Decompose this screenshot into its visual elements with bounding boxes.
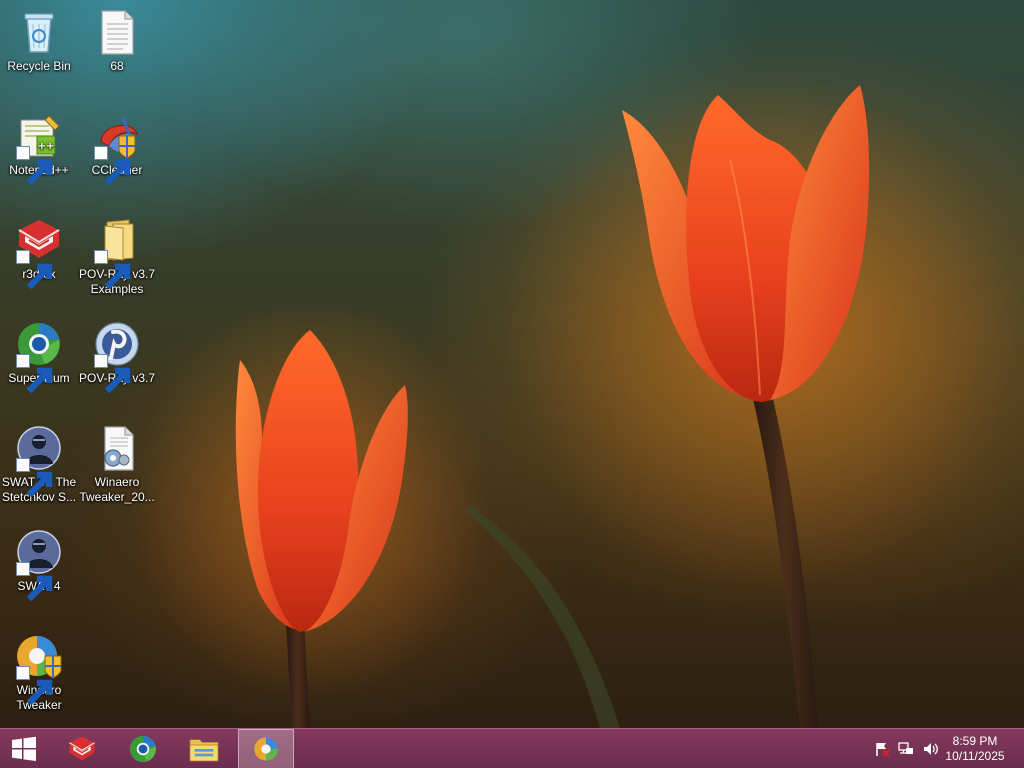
desktop-icon-swat4-stetchkov[interactable]: SWAT 4 - The Stetchkov S... — [0, 424, 78, 505]
desktop-icon-swat4[interactable]: SWAT 4 — [0, 528, 78, 602]
desktop-icon-notepad-plus-plus[interactable]: ++ Notepad++ — [0, 112, 78, 186]
r3dfox-icon — [69, 736, 95, 761]
shortcut-arrow-icon — [94, 146, 131, 186]
action-center-flag-icon[interactable] — [874, 741, 890, 757]
desktop[interactable]: Recycle Bin 68 ++ Notepad++ CCleaner r3d… — [0, 0, 1024, 768]
shortcut-arrow-icon — [16, 458, 53, 498]
desktop-icon-label: 68 — [110, 59, 124, 73]
winaero-tweaker-icon — [254, 737, 278, 761]
taskbar-pinned-r3dfox[interactable] — [54, 729, 110, 768]
settings-file-icon — [104, 426, 134, 471]
supermium-icon — [129, 735, 157, 763]
windows-logo-icon — [12, 736, 36, 761]
desktop-icon-ccleaner[interactable]: CCleaner — [78, 112, 156, 186]
desktop-icon-68[interactable]: 68 — [78, 8, 156, 74]
desktop-icon-povray[interactable]: POV-Ray v3.7 — [78, 320, 156, 394]
network-icon[interactable] — [898, 741, 914, 757]
shortcut-arrow-icon — [16, 354, 53, 394]
start-button[interactable] — [0, 729, 48, 768]
desktop-icon-label: Recycle Bin — [7, 59, 71, 73]
clock-date: 10/11/2025 — [945, 749, 1005, 763]
desktop-icon-winaero-tweaker-archive[interactable]: Winaero Tweaker_20... — [78, 424, 156, 505]
shortcut-arrow-icon — [94, 250, 131, 290]
taskbar-pinned-supermium[interactable] — [115, 729, 171, 768]
desktop-icon-supermium[interactable]: Supermium — [0, 320, 78, 394]
shortcut-arrow-icon — [16, 146, 53, 186]
shortcut-arrow-icon — [16, 666, 53, 706]
taskbar-pinned-winaero-tweaker[interactable] — [238, 729, 294, 768]
shortcut-arrow-icon — [94, 354, 131, 394]
desktop-icon-recycle-bin[interactable]: Recycle Bin — [0, 8, 78, 74]
recycle-bin-icon — [24, 13, 54, 53]
desktop-icon-label: Winaero Tweaker_20... — [79, 475, 155, 504]
shortcut-arrow-icon — [16, 250, 53, 290]
file-explorer-icon — [189, 739, 219, 762]
volume-icon[interactable] — [922, 741, 938, 757]
desktop-icon-winaero-tweaker[interactable]: Winaero Tweaker — [0, 632, 78, 713]
desktop-icon-r3dfox[interactable]: r3dfox — [0, 216, 78, 290]
text-document-icon — [101, 10, 134, 55]
desktop-icon-povray-examples[interactable]: POV-Ray v3.7 Examples — [78, 216, 156, 297]
clock-time: 8:59 PM — [952, 734, 998, 748]
taskbar-clock[interactable]: 8:59 PM 10/11/2025 — [940, 734, 1010, 764]
shortcut-arrow-icon — [16, 562, 53, 602]
taskbar-pinned-file-explorer[interactable] — [176, 729, 232, 768]
taskbar: 8:59 PM 10/11/2025 — [0, 728, 1024, 768]
